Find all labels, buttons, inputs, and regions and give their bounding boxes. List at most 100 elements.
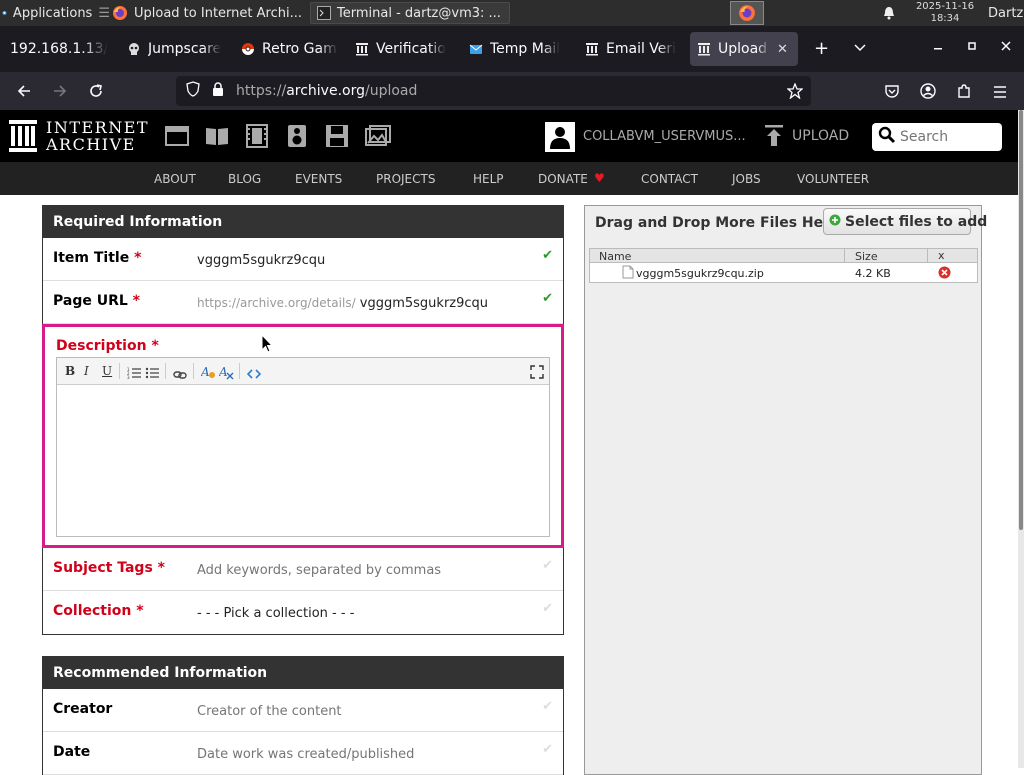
taskbar-window-firefox[interactable]: Upload to Internet Archi... (112, 0, 310, 26)
drop-files-text: Drag and Drop More Files Here or (595, 215, 861, 231)
search-input[interactable] (900, 129, 996, 145)
ia-search-box[interactable] (872, 123, 1002, 151)
hamburger-menu-icon[interactable] (992, 84, 1008, 103)
tab-192-168-1-13[interactable]: 192.168.1.13/ (4, 32, 114, 66)
select-files-button[interactable]: Select files to add (823, 208, 987, 235)
lock-icon[interactable] (212, 81, 224, 101)
page-scrollbar[interactable] (1018, 110, 1024, 768)
italic-button[interactable]: I (84, 364, 89, 378)
numbered-list-icon[interactable]: 123 (127, 365, 141, 384)
extensions-puzzle-icon[interactable] (956, 83, 972, 103)
svg-text:A: A (219, 365, 228, 379)
notification-bell-icon[interactable] (882, 0, 898, 26)
list-tabs-chevron-icon[interactable] (853, 40, 867, 58)
menu-about[interactable]: ABOUT (154, 172, 196, 186)
tab-retro-games[interactable]: Retro Games (234, 32, 344, 66)
page-url-identifier[interactable]: vgggm5sgukrz9cqu (360, 296, 488, 311)
audio-speaker-icon[interactable] (287, 124, 307, 152)
upload-link[interactable]: UPLOAD (792, 128, 849, 144)
software-floppy-icon[interactable] (325, 124, 349, 152)
underline-button[interactable]: U (102, 364, 112, 378)
file-table-header: Name Size x (590, 249, 977, 263)
reload-icon[interactable] (88, 83, 104, 103)
bookmark-star-icon[interactable] (786, 82, 804, 103)
taskbar-active-firefox[interactable] (730, 1, 764, 25)
tab-email-verif[interactable]: Email Verif (578, 32, 682, 66)
tab-verification[interactable]: Verification (348, 32, 452, 66)
menu-events[interactable]: EVENTS (295, 172, 342, 186)
svg-text:A: A (201, 365, 210, 379)
file-drop-panel[interactable]: Drag and Drop More Files Here or Select … (584, 205, 987, 775)
col-divider (844, 249, 845, 263)
upload-arrow-icon[interactable] (764, 125, 784, 151)
maximize-icon[interactable] (966, 40, 978, 56)
tab-upload-active[interactable]: Upload to ✕ (690, 32, 798, 66)
collection-select[interactable]: - - - Pick a collection - - - (197, 606, 354, 621)
menu-donate[interactable]: DONATE (538, 172, 588, 186)
col-remove-header: x (938, 249, 945, 262)
recommended-info-panel: Recommended Information Creator ✔ Date ✔ (42, 656, 564, 775)
tab-jumpscare[interactable]: Jumpscare (120, 32, 228, 66)
menu-volunteer[interactable]: VOLUNTEER (797, 172, 869, 186)
new-tab-plus-icon[interactable]: + (814, 40, 829, 58)
page-url-row: Page URL * https://archive.org/details/ … (43, 281, 563, 324)
tracking-shield-icon[interactable] (186, 81, 200, 101)
remove-file-icon[interactable] (938, 266, 951, 282)
valid-check-icon: ✔ (542, 248, 553, 263)
images-icon[interactable] (365, 125, 391, 151)
creator-input[interactable] (197, 704, 517, 719)
firefox-icon (113, 6, 127, 20)
creator-label: Creator (53, 701, 113, 717)
subject-tags-input[interactable] (197, 563, 517, 578)
menu-help[interactable]: HELP (473, 172, 504, 186)
forward-arrow-icon[interactable] (52, 83, 68, 103)
clear-style-icon[interactable]: A (218, 364, 235, 384)
menu-jobs[interactable]: JOBS (732, 172, 761, 186)
link-chain-icon[interactable] (173, 366, 187, 385)
address-bar[interactable]: https://archive.org/upload (176, 76, 811, 106)
date-input[interactable] (197, 747, 517, 762)
upload-page-content: Required Information Item Title * ✔ Page… (0, 195, 1018, 775)
applications-menu[interactable]: Applications ☰ (2, 0, 110, 26)
col-size-header[interactable]: Size (855, 250, 878, 263)
user-menu[interactable]: Dartz (988, 0, 1024, 26)
menu-projects[interactable]: PROJECTS (376, 172, 435, 186)
close-window-icon[interactable] (1000, 40, 1012, 56)
col-name-header[interactable]: Name (599, 250, 631, 263)
mail-icon (468, 42, 483, 57)
item-title-label: Item Title * (53, 250, 142, 266)
minimize-icon[interactable] (932, 40, 944, 56)
fullscreen-icon[interactable] (530, 364, 544, 383)
pokeball-icon (240, 42, 255, 57)
remove-format-icon[interactable]: A (200, 364, 217, 384)
account-icon[interactable] (920, 83, 936, 103)
username-label[interactable]: COLLABVM_USERVMUS... (583, 129, 746, 144)
file-name: vgggm5sgukrz9cqu.zip (636, 267, 764, 280)
menu-blog[interactable]: BLOG (228, 172, 261, 186)
pocket-icon[interactable] (884, 83, 900, 103)
item-title-row: Item Title * ✔ (43, 238, 563, 281)
archive-icon (584, 42, 599, 57)
user-avatar[interactable] (545, 122, 575, 152)
description-textarea[interactable] (57, 386, 549, 536)
ia-logo-icon[interactable] (9, 120, 37, 156)
web-archive-icon[interactable] (165, 126, 189, 150)
bold-button[interactable]: B (65, 364, 75, 378)
tab-temp-mail[interactable]: Temp Mail (462, 32, 570, 66)
item-title-input[interactable] (197, 253, 517, 268)
ia-logo-text[interactable]: INTERNET ARCHIVE (46, 119, 149, 153)
clock[interactable]: 2025-11-16 18:34 (906, 1, 984, 25)
taskbar-window-terminal[interactable]: Terminal - dartz@vm3: ... (310, 2, 510, 24)
menu-contact[interactable]: CONTACT (641, 172, 698, 186)
video-film-icon[interactable] (245, 124, 269, 152)
col-divider (927, 249, 928, 263)
scrollbar-thumb[interactable] (1019, 110, 1023, 530)
file-size: 4.2 KB (855, 267, 891, 280)
bulleted-list-icon[interactable] (145, 365, 159, 384)
source-code-icon[interactable] (246, 365, 262, 384)
xfce-mouse-icon (2, 10, 7, 16)
texts-book-icon[interactable] (205, 126, 229, 150)
back-arrow-icon[interactable] (16, 83, 32, 103)
donate-heart-icon[interactable]: ♥ (594, 171, 605, 185)
close-tab-icon[interactable]: ✕ (777, 42, 788, 57)
